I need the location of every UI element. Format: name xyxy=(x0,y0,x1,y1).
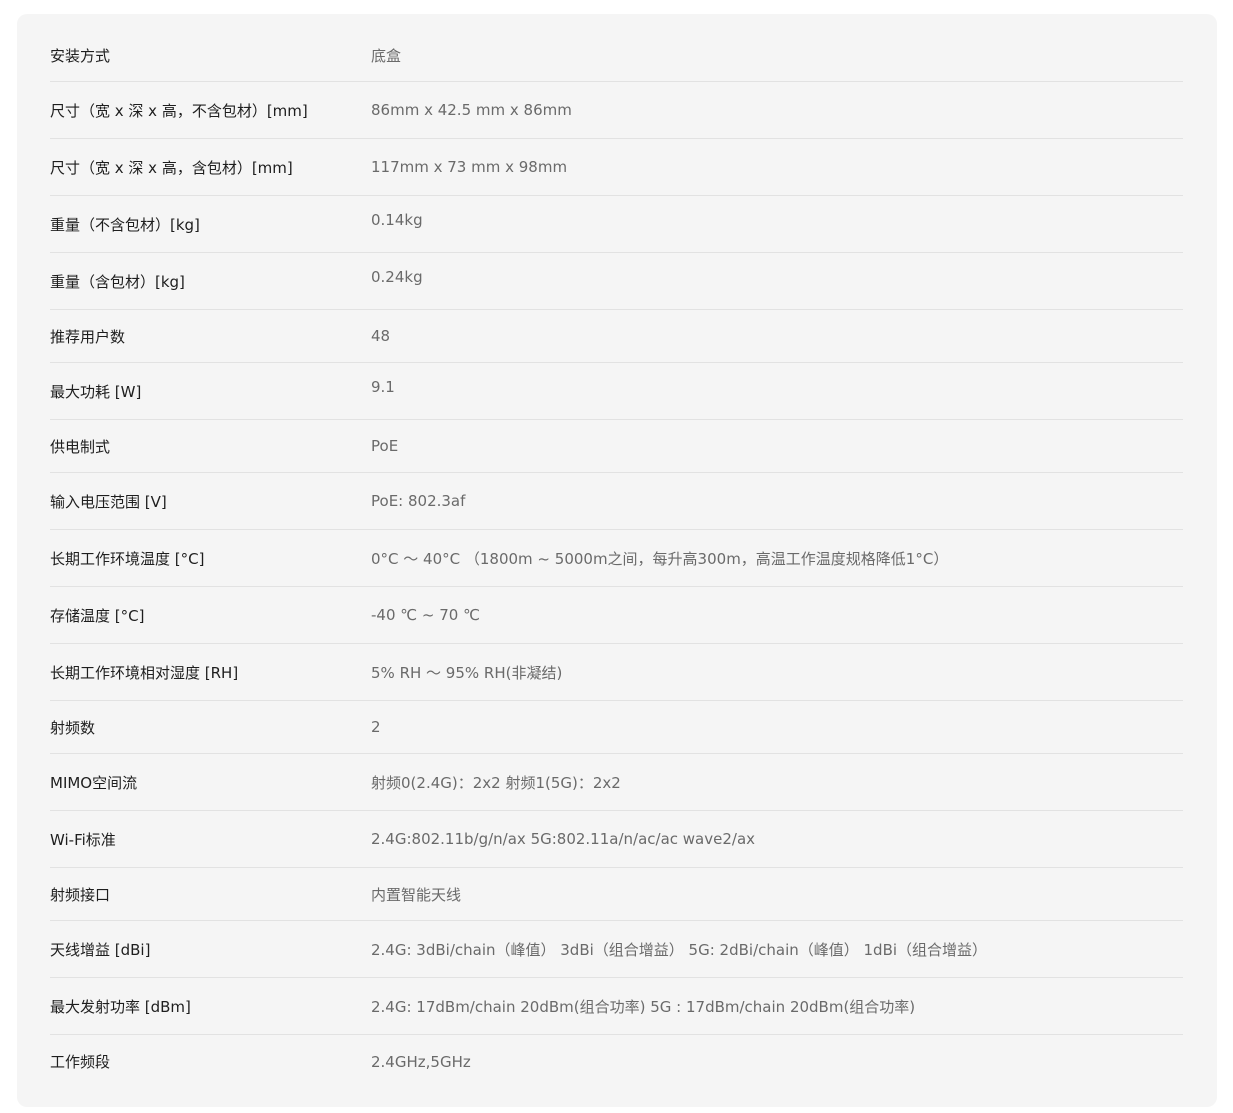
spec-value: 内置智能天线 xyxy=(371,885,462,904)
spec-value: 48 xyxy=(371,327,391,345)
spec-label: 推荐用户数 xyxy=(50,327,126,346)
spec-label: 最大功耗 [W] xyxy=(50,382,142,401)
spec-label: 最大发射功率 [dBm] xyxy=(50,997,191,1016)
spec-row-max-power: 最大功耗 [W] 9.1 xyxy=(50,363,1183,420)
spec-row-wifi-standard: Wi-Fi标准 2.4G:802.11b/g/n/ax 5G:802.11a/n… xyxy=(50,811,1183,868)
spec-value: 5% RH ～ 95% RH(非凝结) xyxy=(371,663,563,682)
spec-row-storage-temperature: 存储温度 [°C] -40 ℃ ~ 70 ℃ xyxy=(50,587,1183,644)
spec-value: 底盒 xyxy=(371,46,402,65)
spec-label: MIMO空间流 xyxy=(50,773,138,792)
spec-label: 输入电压范围 [V] xyxy=(50,492,167,511)
spec-label: 重量（不含包材）[kg] xyxy=(50,215,200,234)
spec-label: 长期工作环境相对湿度 [RH] xyxy=(50,663,239,682)
spec-value: 86mm x 42.5 mm x 86mm xyxy=(371,101,572,119)
spec-row-operating-temperature: 长期工作环境温度 [°C] 0°C ～ 40°C （1800m ~ 5000m之… xyxy=(50,530,1183,587)
spec-row-power-supply: 供电制式 PoE xyxy=(50,420,1183,473)
spec-row-weight-no-package: 重量（不含包材）[kg] 0.14kg xyxy=(50,196,1183,253)
spec-row-size-no-package: 尺寸（宽 x 深 x 高，不含包材）[mm] 86mm x 42.5 mm x … xyxy=(50,82,1183,139)
spec-value: PoE: 802.3af xyxy=(371,492,466,510)
spec-value: 2.4GHz,5GHz xyxy=(371,1052,471,1071)
spec-row-operating-humidity: 长期工作环境相对湿度 [RH] 5% RH ～ 95% RH(非凝结) xyxy=(50,644,1183,701)
spec-value: 9.1 xyxy=(371,378,395,396)
spec-label: 重量（含包材）[kg] xyxy=(50,272,185,291)
spec-value: -40 ℃ ~ 70 ℃ xyxy=(371,606,480,624)
spec-label: 尺寸（宽 x 深 x 高，含包材）[mm] xyxy=(50,158,293,177)
spec-label: 天线增益 [dBi] xyxy=(50,940,151,959)
spec-label: 射频数 xyxy=(50,718,96,737)
spec-row-size-with-package: 尺寸（宽 x 深 x 高，含包材）[mm] 117mm x 73 mm x 98… xyxy=(50,139,1183,196)
spec-label: 供电制式 xyxy=(50,437,111,456)
spec-row-recommended-users: 推荐用户数 48 xyxy=(50,310,1183,363)
spec-label: 安装方式 xyxy=(50,46,111,65)
spec-label: Wi-Fi标准 xyxy=(50,830,116,849)
spec-value: 射频0(2.4G)：2x2 射频1(5G)：2x2 xyxy=(371,773,621,792)
spec-value: 0°C ～ 40°C （1800m ~ 5000m之间，每升高300m，高温工作… xyxy=(371,549,949,568)
spec-value: 0.24kg xyxy=(371,268,423,286)
spec-row-rf-interface: 射频接口 内置智能天线 xyxy=(50,868,1183,921)
spec-row-antenna-gain: 天线增益 [dBi] 2.4G: 3dBi/chain（峰值） 3dBi（组合增… xyxy=(50,921,1183,978)
spec-label: 存储温度 [°C] xyxy=(50,606,145,625)
spec-value: 2.4G:802.11b/g/n/ax 5G:802.11a/n/ac/ac w… xyxy=(371,830,756,848)
spec-table: 安装方式 底盒 尺寸（宽 x 深 x 高，不含包材）[mm] 86mm x 42… xyxy=(50,29,1183,1088)
spec-label: 长期工作环境温度 [°C] xyxy=(50,549,205,568)
spec-row-install-method: 安装方式 底盒 xyxy=(50,29,1183,82)
spec-card: 安装方式 底盒 尺寸（宽 x 深 x 高，不含包材）[mm] 86mm x 42… xyxy=(17,14,1217,1107)
spec-value: 0.14kg xyxy=(371,211,423,229)
spec-row-weight-with-package: 重量（含包材）[kg] 0.24kg xyxy=(50,253,1183,310)
spec-row-input-voltage: 输入电压范围 [V] PoE: 802.3af xyxy=(50,473,1183,530)
spec-label: 尺寸（宽 x 深 x 高，不含包材）[mm] xyxy=(50,101,308,120)
spec-label: 工作频段 xyxy=(50,1053,111,1071)
spec-row-max-transmit-power: 最大发射功率 [dBm] 2.4G: 17dBm/chain 20dBm(组合功… xyxy=(50,978,1183,1035)
spec-value: 117mm x 73 mm x 98mm xyxy=(371,158,568,176)
spec-value: 2.4G: 3dBi/chain（峰值） 3dBi（组合增益） 5G: 2dBi… xyxy=(371,940,988,959)
spec-value: 2.4G: 17dBm/chain 20dBm(组合功率) 5G : 17dBm… xyxy=(371,997,916,1016)
spec-row-mimo-streams: MIMO空间流 射频0(2.4G)：2x2 射频1(5G)：2x2 xyxy=(50,754,1183,811)
spec-row-frequency-band: 工作频段 2.4GHz,5GHz xyxy=(50,1035,1183,1088)
spec-row-radio-count: 射频数 2 xyxy=(50,701,1183,754)
spec-value: 2 xyxy=(371,718,381,736)
spec-label: 射频接口 xyxy=(50,885,111,904)
spec-value: PoE xyxy=(371,437,399,455)
